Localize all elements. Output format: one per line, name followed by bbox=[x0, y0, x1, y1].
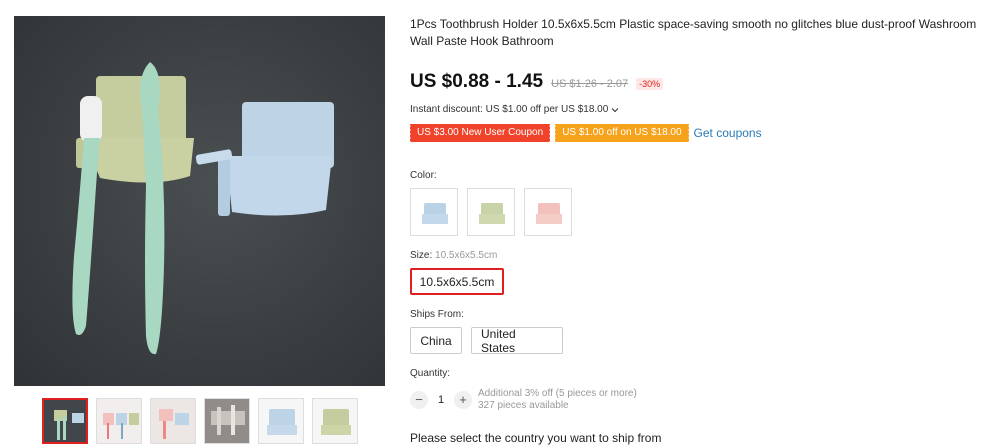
instant-discount[interactable]: Instant discount: US $1.00 off per US $1… bbox=[410, 104, 619, 115]
thumbnail-1[interactable] bbox=[42, 398, 88, 444]
size-selected-value: 10.5x6x5.5cm bbox=[435, 250, 498, 261]
product-photo bbox=[72, 62, 334, 355]
product-info-panel: 1Pcs Toothbrush Holder 10.5x6x5.5cm Plas… bbox=[408, 0, 1000, 448]
discount-badge: -30% bbox=[636, 78, 664, 90]
thumbnail-3[interactable] bbox=[150, 398, 196, 444]
new-user-coupon[interactable]: US $3.00 New User Coupon bbox=[408, 124, 551, 142]
stock-available: 327 pieces available bbox=[478, 400, 569, 411]
main-product-image[interactable] bbox=[14, 16, 385, 386]
thumbnail-2[interactable] bbox=[96, 398, 142, 444]
quantity-value[interactable]: 1 bbox=[428, 394, 454, 406]
quantity-info: Additional 3% off (5 pieces or more) 327… bbox=[478, 388, 637, 412]
ship-country-note: Please select the country you want to sh… bbox=[410, 431, 662, 445]
quantity-stepper: − 1 + Additional 3% off (5 pieces or mor… bbox=[410, 388, 637, 412]
coupon-row: US $3.00 New User Coupon US $1.00 off on… bbox=[408, 124, 762, 142]
quantity-label: Quantity: bbox=[410, 368, 451, 379]
price: US $0.88 - 1.45 bbox=[410, 71, 544, 92]
size-label-text: Size: bbox=[410, 250, 433, 261]
chevron-down-icon bbox=[611, 107, 619, 112]
ship-option-china[interactable]: China bbox=[410, 327, 462, 354]
instant-discount-text: Instant discount: US $1.00 off per US $1… bbox=[410, 104, 609, 115]
ships-from-options: China United States bbox=[410, 327, 563, 355]
color-label: Color: bbox=[410, 170, 437, 181]
color-option-green[interactable] bbox=[467, 188, 515, 236]
quantity-plus-button[interactable]: + bbox=[454, 391, 472, 409]
thumbnail-5[interactable] bbox=[258, 398, 304, 444]
size-label: Size: 10.5x6x5.5cm bbox=[410, 250, 497, 261]
size-option[interactable]: 10.5x6x5.5cm bbox=[410, 268, 504, 295]
color-options bbox=[410, 188, 572, 236]
original-price: US $1.26 - 2.07 bbox=[551, 78, 629, 90]
thumbnail-strip bbox=[42, 398, 358, 444]
price-row: US $0.88 - 1.45 US $1.26 - 2.07 -30% bbox=[410, 71, 664, 93]
color-option-pink[interactable] bbox=[524, 188, 572, 236]
store-coupon[interactable]: US $1.00 off on US $18.00 bbox=[554, 124, 689, 142]
get-coupons-link[interactable]: Get coupons bbox=[694, 126, 762, 140]
thumbnail-6[interactable] bbox=[312, 398, 358, 444]
color-option-blue[interactable] bbox=[410, 188, 458, 236]
ships-from-label: Ships From: bbox=[410, 309, 464, 320]
quantity-minus-button[interactable]: − bbox=[410, 391, 428, 409]
bulk-offer: Additional 3% off (5 pieces or more) bbox=[478, 388, 637, 399]
ship-option-united-states[interactable]: United States bbox=[471, 327, 563, 355]
thumbnail-4[interactable] bbox=[204, 398, 250, 444]
product-title: 1Pcs Toothbrush Holder 10.5x6x5.5cm Plas… bbox=[410, 17, 977, 48]
